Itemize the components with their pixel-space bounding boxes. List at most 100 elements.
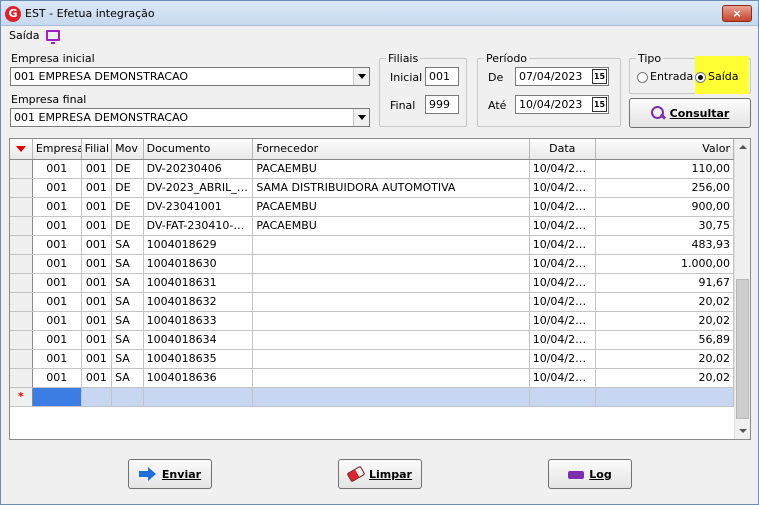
cell-data[interactable]: 10/04/2023: [529, 311, 596, 331]
column-valor[interactable]: Valor: [595, 139, 735, 160]
cell-mov[interactable]: DE: [111, 159, 144, 179]
radio-entrada-icon[interactable]: [637, 71, 648, 83]
radio-saida[interactable]: Saída: [695, 70, 739, 83]
cell-data[interactable]: 10/04/2023: [529, 216, 596, 236]
cell-filial[interactable]: 001: [81, 273, 113, 293]
row-selector[interactable]: [10, 273, 33, 293]
cell-documento[interactable]: DV-2023_ABRIL_0...: [143, 178, 254, 198]
table-row[interactable]: 001 001 SA 1004018635 10/04/2023 20,02: [10, 349, 735, 369]
cell-documento[interactable]: DV-23041001: [143, 197, 254, 217]
cell-fornecedor[interactable]: [252, 330, 530, 350]
cell-mov[interactable]: DE: [111, 197, 144, 217]
new-row-cell-valor[interactable]: [595, 387, 735, 407]
row-selector[interactable]: [10, 178, 33, 198]
cell-mov[interactable]: DE: [111, 216, 144, 236]
cell-documento[interactable]: 1004018629: [143, 235, 254, 255]
row-selector[interactable]: [10, 311, 33, 331]
cell-data[interactable]: 10/04/2023: [529, 292, 596, 312]
new-row-cell-empresa[interactable]: [32, 387, 82, 407]
row-selector[interactable]: [10, 254, 33, 274]
cell-documento[interactable]: 1004018633: [143, 311, 254, 331]
scroll-up-icon[interactable]: [735, 139, 751, 155]
cell-empresa[interactable]: 001: [32, 273, 82, 293]
cell-data[interactable]: 10/04/2023: [529, 330, 596, 350]
table-row[interactable]: 001 001 DE DV-23041001 PACAEMBU 10/04/2023 900…: [10, 197, 735, 217]
new-row-cell-fornecedor[interactable]: [252, 387, 530, 407]
cell-fornecedor[interactable]: [252, 292, 530, 312]
cell-mov[interactable]: SA: [111, 292, 144, 312]
row-selector[interactable]: [10, 368, 33, 388]
cell-data[interactable]: 10/04/2023: [529, 197, 596, 217]
chevron-down-icon[interactable]: [353, 109, 369, 126]
cell-data[interactable]: 10/04/2023: [529, 273, 596, 293]
cell-valor[interactable]: 483,93: [595, 235, 735, 255]
cell-valor[interactable]: 56,89: [595, 330, 735, 350]
table-row[interactable]: 001 001 SA 1004018631 10/04/2023 91,67: [10, 273, 735, 293]
cell-fornecedor[interactable]: [252, 368, 530, 388]
table-row[interactable]: 001 001 DE DV-2023_ABRIL_0... SAMA DISTRIBUI…: [10, 178, 735, 198]
empresa-final-select[interactable]: 001 EMPRESA DEMONSTRACAO: [10, 108, 370, 127]
new-row-cell-documento[interactable]: [143, 387, 254, 407]
periodo-ate-input[interactable]: 10/04/2023 15: [515, 95, 609, 114]
column-mov[interactable]: Mov: [111, 139, 144, 160]
cell-data[interactable]: 10/04/2023: [529, 235, 596, 255]
cell-mov[interactable]: SA: [111, 235, 144, 255]
cell-fornecedor[interactable]: [252, 311, 530, 331]
cell-valor[interactable]: 256,00: [595, 178, 735, 198]
cell-documento[interactable]: 1004018631: [143, 273, 254, 293]
scroll-thumb[interactable]: [736, 279, 749, 419]
row-selector[interactable]: [10, 235, 33, 255]
cell-filial[interactable]: 001: [81, 254, 113, 274]
column-documento[interactable]: Documento: [143, 139, 254, 160]
table-row[interactable]: 001 001 SA 1004018634 10/04/2023 56,89: [10, 330, 735, 350]
log-button[interactable]: Log: [548, 459, 632, 489]
cell-valor[interactable]: 91,67: [595, 273, 735, 293]
table-row[interactable]: 001 001 SA 1004018636 10/04/2023 20,02: [10, 368, 735, 388]
table-row[interactable]: 001 001 DE DV-20230406 PACAEMBU 10/04/2023 110…: [10, 159, 735, 179]
cell-valor[interactable]: 20,02: [595, 349, 735, 369]
new-row-cell-filial[interactable]: [81, 387, 113, 407]
column-data[interactable]: Data: [529, 139, 596, 160]
column-fornecedor[interactable]: Fornecedor: [252, 139, 530, 160]
menu-saida[interactable]: Saída: [9, 29, 40, 42]
cell-filial[interactable]: 001: [81, 330, 113, 350]
cell-fornecedor[interactable]: [252, 235, 530, 255]
cell-data[interactable]: 10/04/2023: [529, 159, 596, 179]
column-empresa[interactable]: Empresa: [32, 139, 82, 160]
cell-valor[interactable]: 20,02: [595, 311, 735, 331]
cell-mov[interactable]: SA: [111, 349, 144, 369]
cell-valor[interactable]: 110,00: [595, 159, 735, 179]
table-row[interactable]: 001 001 SA 1004018632 10/04/2023 20,02: [10, 292, 735, 312]
cell-filial[interactable]: 001: [81, 349, 113, 369]
cell-filial[interactable]: 001: [81, 216, 113, 236]
row-selector[interactable]: [10, 349, 33, 369]
cell-mov[interactable]: SA: [111, 368, 144, 388]
cell-fornecedor[interactable]: [252, 349, 530, 369]
cell-valor[interactable]: 30,75: [595, 216, 735, 236]
table-row[interactable]: 001 001 SA 1004018630 10/04/2023 1.000,00: [10, 254, 735, 274]
chevron-down-icon[interactable]: [353, 68, 369, 85]
cell-filial[interactable]: 001: [81, 235, 113, 255]
row-selector[interactable]: [10, 292, 33, 312]
calendar-icon[interactable]: 15: [592, 69, 607, 84]
new-row[interactable]: *: [10, 387, 735, 407]
cell-empresa[interactable]: 001: [32, 235, 82, 255]
cell-data[interactable]: 10/04/2023: [529, 178, 596, 198]
cell-filial[interactable]: 001: [81, 368, 113, 388]
cell-documento[interactable]: 1004018634: [143, 330, 254, 350]
cell-fornecedor[interactable]: [252, 273, 530, 293]
row-selector[interactable]: [10, 216, 33, 236]
periodo-de-input[interactable]: 07/04/2023 15: [515, 67, 609, 86]
cell-fornecedor[interactable]: PACAEMBU: [252, 197, 530, 217]
filial-final-input[interactable]: 999: [425, 95, 459, 114]
consultar-button[interactable]: Consultar: [629, 98, 751, 128]
cell-empresa[interactable]: 001: [32, 178, 82, 198]
cell-fornecedor[interactable]: PACAEMBU: [252, 216, 530, 236]
cell-empresa[interactable]: 001: [32, 254, 82, 274]
cell-valor[interactable]: 20,02: [595, 292, 735, 312]
cell-documento[interactable]: 1004018636: [143, 368, 254, 388]
cell-mov[interactable]: SA: [111, 273, 144, 293]
cell-empresa[interactable]: 001: [32, 216, 82, 236]
sort-down-icon[interactable]: [15, 146, 26, 153]
enviar-button[interactable]: Enviar: [128, 459, 212, 489]
